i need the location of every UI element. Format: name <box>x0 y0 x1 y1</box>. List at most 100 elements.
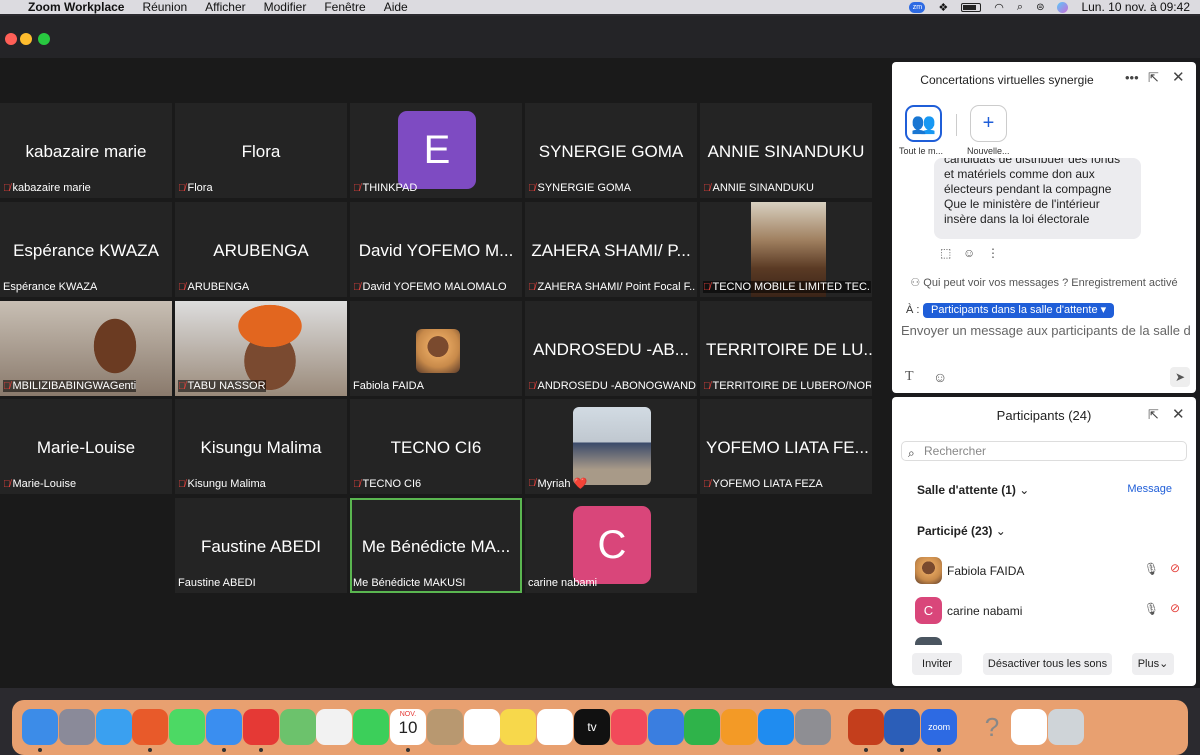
participant-row[interactable]: Fabiola FAIDA 🎙 ⊘ <box>915 557 1180 585</box>
mute-all-button[interactable]: Désactiver tous les sons <box>983 653 1112 675</box>
waiting-room-message-link[interactable]: Message <box>1127 483 1172 495</box>
video-tile[interactable]: Marie-Louise 🎙̸ Marie-Louise <box>0 399 172 494</box>
siri-icon[interactable] <box>1057 1 1069 13</box>
appstore-icon[interactable] <box>758 709 794 745</box>
contacts-icon[interactable] <box>426 709 463 745</box>
keynote-icon[interactable] <box>647 709 684 745</box>
trash-icon[interactable] <box>1047 709 1084 745</box>
notes-icon[interactable] <box>500 709 537 745</box>
video-off-icon[interactable]: ⊘ <box>1170 561 1180 575</box>
minimize-window-button[interactable] <box>20 33 32 45</box>
mail-icon[interactable] <box>206 709 242 745</box>
video-tile[interactable]: TECNO CI6 🎙̸ TECNO CI6 <box>350 399 522 494</box>
video-tile[interactable]: ANDROSEDU -AB... 🎙̸ ANDROSEDU -ABONOGWAND.… <box>525 301 697 396</box>
popout-icon[interactable]: ⇱ <box>1148 407 1159 423</box>
menu-modifier[interactable]: Modifier <box>255 0 316 14</box>
text-format-icon[interactable]: T <box>905 369 914 385</box>
waiting-room-header[interactable]: Salle d'attente (1) ⌄ <box>917 483 1029 497</box>
menu-aide[interactable]: Aide <box>375 0 417 14</box>
video-tile[interactable]: Kisungu Malima 🎙̸ Kisungu Malima <box>175 399 347 494</box>
video-tile[interactable]: 🎙̸ TABU NASSOR <box>175 301 347 396</box>
pages-icon[interactable] <box>721 709 758 745</box>
popout-icon[interactable]: ⇱ <box>1148 70 1159 86</box>
microphone-icon[interactable]: 🎙 <box>1144 602 1159 616</box>
video-tile[interactable]: 🎙̸ MBILIZIBABINGWAGenti <box>0 301 172 396</box>
finder-icon[interactable] <box>22 709 58 745</box>
wifi-icon[interactable]: ◠ <box>994 1 1004 14</box>
participant-search-input[interactable]: ⌕ Rechercher <box>901 441 1187 461</box>
spotlight-search-icon[interactable]: ⌕ <box>1017 1 1023 14</box>
recipient-dropdown[interactable]: Participants dans la salle d'attente ▾ <box>923 303 1115 318</box>
video-tile[interactable]: Fabiola FAIDA <box>350 301 522 396</box>
menu-afficher[interactable]: Afficher <box>196 0 254 14</box>
video-tile[interactable]: David YOFEMO M... 🎙̸ David YOFEMO MALOMALO <box>350 202 522 297</box>
video-tile[interactable]: ANNIE SINANDUKU 🎙̸ ANNIE SINANDUKU <box>700 103 872 198</box>
send-icon[interactable]: ➤ <box>1170 367 1190 387</box>
safari-icon[interactable] <box>95 709 132 745</box>
photos-icon[interactable] <box>316 709 353 745</box>
menu-app-name[interactable]: Zoom Workplace <box>19 0 133 14</box>
numbers-icon[interactable] <box>684 709 721 745</box>
in-meeting-header[interactable]: Participé (23) ⌄ <box>917 524 1006 538</box>
video-tile[interactable]: ARUBENGA 🎙̸ ARUBENGA <box>175 202 347 297</box>
chat-message-input[interactable]: Envoyer un message aux participants de l… <box>901 323 1191 338</box>
video-tile[interactable]: Ccarine nabami <box>525 498 697 593</box>
zoom-status-icon[interactable]: zm <box>909 1 926 13</box>
new-chat-button[interactable]: + <box>970 105 1007 142</box>
chat-visibility-notice[interactable]: ⚇ Qui peut voir vos messages ? Enregistr… <box>892 276 1196 289</box>
reminders-icon[interactable] <box>463 709 500 745</box>
emoji-icon[interactable]: ☺ <box>933 369 947 385</box>
help-icon[interactable]: ? <box>974 709 1010 745</box>
video-off-icon[interactable]: ⊘ <box>1170 601 1180 615</box>
invite-button[interactable]: Inviter <box>912 653 962 675</box>
video-tile[interactable]: 🎙̸ TECNO MOBILE LIMITED TEC... <box>700 202 872 297</box>
video-tile[interactable]: TERRITOIRE DE LU... 🎙̸ TERRITOIRE DE LUBER… <box>700 301 872 396</box>
firefox-icon[interactable] <box>132 709 169 745</box>
facetime-icon[interactable] <box>353 709 390 745</box>
video-tile[interactable]: Flora 🎙̸ Flora <box>175 103 347 198</box>
message-more-icon[interactable]: ⋮ <box>987 246 999 260</box>
launchpad-icon[interactable] <box>58 709 95 745</box>
chat-more-icon[interactable]: ••• <box>1125 70 1139 85</box>
battery-icon[interactable] <box>961 2 982 12</box>
menu-fenetre[interactable]: Fenêtre <box>315 0 374 14</box>
menu-reunion[interactable]: Réunion <box>133 0 196 14</box>
menu-clock[interactable]: Lun. 10 nov. à 09:42 <box>1081 0 1190 14</box>
video-tile[interactable]: Espérance KWAZA Espérance KWAZA <box>0 202 172 297</box>
calendar-icon[interactable]: NOV. 10 <box>390 709 426 745</box>
video-tile[interactable]: Me Bénédicte MA... Me Bénédicte MAKUSI <box>350 498 522 593</box>
close-participants-icon[interactable]: ✕ <box>1172 405 1185 423</box>
reply-icon[interactable]: ⬚ <box>940 246 951 260</box>
microphone-muted-icon: 🎙̸ <box>178 182 186 194</box>
freeform-icon[interactable] <box>537 709 574 745</box>
video-tile[interactable]: 🎙̸ Myriah ❤️ <box>525 399 697 494</box>
close-chat-icon[interactable]: ✕ <box>1172 68 1185 86</box>
music-icon[interactable] <box>610 709 647 745</box>
chat-all-button[interactable]: 👥 <box>905 105 942 142</box>
preview-icon[interactable] <box>1010 709 1047 745</box>
zoom-window-button[interactable] <box>38 33 50 45</box>
messages-icon[interactable] <box>169 709 206 745</box>
microphone-icon[interactable]: 🎙 <box>1144 562 1159 576</box>
video-tile[interactable]: YOFEMO LIATA FE... 🎙̸ YOFEMO LIATA FEZA <box>700 399 872 494</box>
tile-display-name: Me Bénédicte MA... <box>361 537 511 556</box>
video-tile[interactable]: Faustine ABEDI Faustine ABEDI <box>175 498 347 593</box>
maps-icon[interactable] <box>279 709 316 745</box>
dropbox-icon[interactable]: ❖ <box>938 1 948 14</box>
video-tile[interactable]: E 🎙̸ THINKPAD <box>350 103 522 198</box>
more-button[interactable]: Plus⌄ <box>1132 653 1174 675</box>
video-tile[interactable]: kabazaire marie 🎙̸ kabazaire marie <box>0 103 172 198</box>
powerpoint-icon[interactable] <box>847 709 884 745</box>
pdf-icon[interactable] <box>242 709 279 745</box>
word-icon[interactable] <box>884 709 921 745</box>
close-window-button[interactable] <box>5 33 17 45</box>
settings-icon[interactable] <box>794 709 831 745</box>
add-reaction-icon[interactable]: ☺ <box>963 246 975 260</box>
participant-row[interactable]: C carine nabami 🎙 ⊘ <box>915 597 1180 625</box>
video-tile[interactable]: SYNERGIE GOMA 🎙̸ SYNERGIE GOMA <box>525 103 697 198</box>
appletv-icon[interactable]: tv <box>574 709 610 745</box>
zoom-icon[interactable]: zoom <box>921 709 958 745</box>
control-center-icon[interactable]: ⊜ <box>1036 2 1044 13</box>
chat-message-bubble[interactable]: candidats de distribuer des fonds et mat… <box>934 158 1141 239</box>
video-tile[interactable]: ZAHERA SHAMI/ P... 🎙̸ ZAHERA SHAMI/ Point … <box>525 202 697 297</box>
